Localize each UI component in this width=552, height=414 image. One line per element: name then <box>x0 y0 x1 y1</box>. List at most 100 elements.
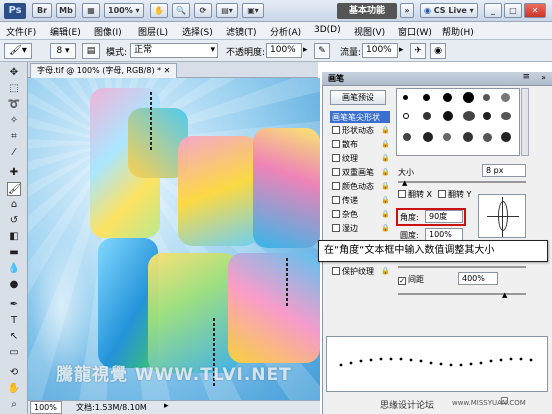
flip-x-checkbox[interactable]: 翻转 X <box>398 189 432 200</box>
marquee-tool-icon[interactable]: ⬚ <box>7 82 21 96</box>
quick-select-tool-icon[interactable]: ✧ <box>7 114 21 128</box>
history-brush-tool-icon[interactable]: ↺ <box>7 214 21 228</box>
healing-brush-tool-icon[interactable]: ✚ <box>7 166 21 180</box>
option-transfer[interactable]: 传递 <box>332 195 358 206</box>
workspace-switcher[interactable]: 基本功能 <box>337 3 397 19</box>
status-zoom-input[interactable]: 100% <box>30 401 62 414</box>
move-tool-icon[interactable]: ✥ <box>7 66 21 80</box>
lock-icon[interactable]: 🔒 <box>381 168 390 176</box>
spacing-input[interactable]: 400% <box>458 272 498 285</box>
option-wet-edges[interactable]: 湿边 <box>332 223 358 234</box>
option-noise[interactable]: 杂色 <box>332 209 358 220</box>
view-extras-button[interactable]: ▦ <box>82 3 100 18</box>
brush-tip-swatch[interactable] <box>501 132 511 142</box>
lock-icon[interactable]: 🔒 <box>381 210 390 218</box>
screen-mode-button[interactable]: ▣▾ <box>242 3 264 18</box>
tool-preset-picker[interactable]: 🖌▾ <box>4 43 32 59</box>
eyedropper-tool-icon[interactable]: ⁄ <box>7 146 21 160</box>
brush-panel-toggle[interactable]: ▤ <box>82 43 100 59</box>
option-texture[interactable]: 纹理 <box>332 153 358 164</box>
panel-collapse-icon[interactable]: » <box>541 73 546 82</box>
brush-tip-swatch[interactable] <box>483 133 492 142</box>
brush-tip-swatch[interactable] <box>443 133 451 141</box>
size-slider-track[interactable] <box>398 181 526 183</box>
crop-tool-icon[interactable]: ⌗ <box>7 130 21 144</box>
lasso-tool-icon[interactable]: ➰ <box>7 98 21 112</box>
checkbox[interactable] <box>332 182 340 190</box>
brush-tip-swatch[interactable] <box>483 94 490 101</box>
brush-tip-grid[interactable] <box>396 88 520 156</box>
cs-live-button[interactable]: ◉ CS Live ▾ <box>420 3 478 18</box>
brush-tip-swatch[interactable] <box>463 92 474 103</box>
size-slider-thumb[interactable]: ▲ <box>402 179 407 187</box>
brush-grid-scrollbar[interactable] <box>521 88 529 156</box>
pen-pressure-opacity-icon[interactable]: ✎ <box>314 43 330 59</box>
lock-icon[interactable]: 🔒 <box>381 154 390 162</box>
brush-presets-button[interactable]: 画笔预设 <box>330 90 386 105</box>
zoom-tool-icon[interactable]: ⌕ <box>7 398 21 412</box>
lock-icon[interactable]: 🔒 <box>381 224 390 232</box>
close-icon[interactable]: ✕ <box>164 66 171 75</box>
arrange-documents-button[interactable]: ▤▾ <box>216 3 238 18</box>
type-tool-icon[interactable]: T <box>7 314 21 328</box>
menu-analysis[interactable]: 分析(A) <box>270 25 301 38</box>
hand-tool-icon[interactable]: ✋ <box>7 382 21 396</box>
shape-tool-icon[interactable]: ▭ <box>7 346 21 360</box>
gradient-tool-icon[interactable]: ▬ <box>7 246 21 260</box>
rotate-view-button[interactable]: ⟳ <box>194 3 212 18</box>
menu-3d[interactable]: 3D(D) <box>314 25 341 35</box>
pen-tool-icon[interactable]: ✒ <box>7 298 21 312</box>
minibridge-button[interactable]: Mb <box>56 3 76 18</box>
hardness-slider-track[interactable] <box>398 266 526 268</box>
blur-tool-icon[interactable]: 💧 <box>7 262 21 276</box>
brush-tip-swatch[interactable] <box>423 94 430 101</box>
spacing-slider-thumb[interactable]: ▲ <box>502 291 507 299</box>
brush-tip-swatch[interactable] <box>501 93 510 102</box>
option-shape-dynamics[interactable]: 形状动态 <box>332 125 374 136</box>
workspace-more-button[interactable]: » <box>400 3 414 18</box>
document-tab[interactable]: 字母.tif @ 100% (字母, RGB/8) * ✕ <box>30 63 178 78</box>
checkbox[interactable]: ✓ <box>398 277 406 285</box>
flip-y-checkbox[interactable]: 翻转 Y <box>438 189 471 200</box>
brush-tip-swatch[interactable] <box>483 112 491 120</box>
lock-icon[interactable]: 🔒 <box>381 140 390 148</box>
menu-file[interactable]: 文件(F) <box>6 25 36 38</box>
checkbox[interactable] <box>332 140 340 148</box>
angle-roundness-preview[interactable] <box>478 194 526 238</box>
brush-tip-swatch[interactable] <box>403 95 408 100</box>
menu-image[interactable]: 图像(I) <box>94 25 122 38</box>
blend-mode-select[interactable]: 正常 ▾ <box>130 43 218 58</box>
dodge-tool-icon[interactable]: ● <box>7 278 21 292</box>
zoom-tool-button[interactable]: 🔍 <box>172 3 190 18</box>
document-canvas[interactable]: 騰龍視覺 WWW.TLVI.NET <box>28 78 320 400</box>
opacity-input[interactable]: 100% <box>266 43 302 58</box>
lock-icon[interactable]: 🔒 <box>381 196 390 204</box>
minimize-button[interactable]: _ <box>484 3 502 18</box>
checkbox[interactable] <box>332 196 340 204</box>
checkbox[interactable] <box>332 126 340 134</box>
checkbox[interactable] <box>332 224 340 232</box>
hand-tool-button[interactable]: ✋ <box>150 3 168 18</box>
option-protect-texture[interactable]: 保护纹理 <box>332 266 374 277</box>
maximize-button[interactable]: □ <box>504 3 522 18</box>
flow-input[interactable]: 100% <box>362 43 398 58</box>
menu-window[interactable]: 窗口(W) <box>398 25 432 38</box>
brush-tip-swatch[interactable] <box>403 113 409 119</box>
option-dual-brush[interactable]: 双重画笔 <box>332 167 374 178</box>
lock-icon[interactable]: 🔒 <box>381 267 390 275</box>
menu-view[interactable]: 视图(V) <box>354 25 385 38</box>
lock-icon[interactable]: 🔒 <box>381 182 390 190</box>
path-select-tool-icon[interactable]: ↖ <box>7 330 21 344</box>
opacity-slider-arrow[interactable]: ▸ <box>303 45 308 55</box>
menu-help[interactable]: 帮助(H) <box>442 25 474 38</box>
3d-rotate-tool-icon[interactable]: ⟲ <box>7 366 21 380</box>
checkbox[interactable] <box>332 168 340 176</box>
eraser-tool-icon[interactable]: ◧ <box>7 230 21 244</box>
status-menu-arrow[interactable]: ▸ <box>164 401 169 411</box>
checkbox[interactable] <box>332 154 340 162</box>
angle-input[interactable]: 90度 <box>425 210 463 223</box>
flow-slider-arrow[interactable]: ▸ <box>399 45 404 55</box>
panel-menu-icon[interactable]: ≡ <box>522 72 530 82</box>
brush-tip-swatch[interactable] <box>423 132 433 142</box>
airbrush-icon[interactable]: ✈ <box>410 43 426 59</box>
